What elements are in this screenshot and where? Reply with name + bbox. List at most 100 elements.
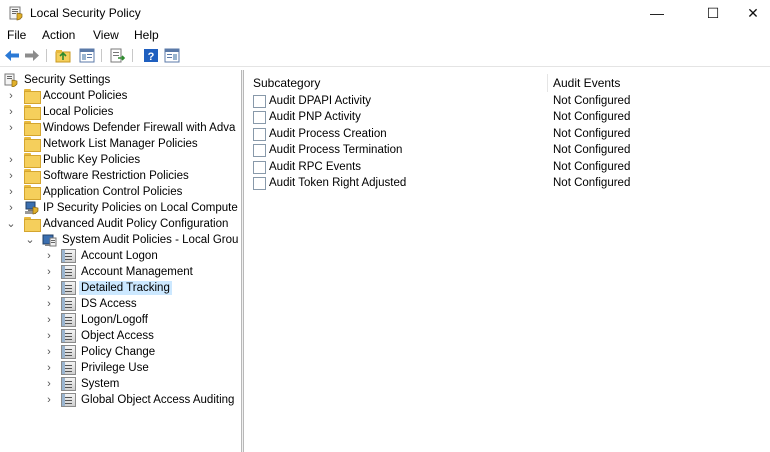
- chevron-right-icon[interactable]: ›: [44, 249, 54, 263]
- tree-item-object-access[interactable]: › Object Access: [0, 328, 242, 344]
- tree-item-windows-defender-firewall[interactable]: › Windows Defender Firewall with Adva: [0, 120, 242, 136]
- list-row[interactable]: Audit DPAPI Activity Not Configured: [245, 94, 770, 110]
- tree-item-label: Software Restriction Policies: [43, 170, 189, 182]
- tree-item-security-settings[interactable]: Security Settings: [0, 72, 242, 88]
- tree-item-label: Local Policies: [43, 106, 114, 118]
- tree-item-policy-change[interactable]: › Policy Change: [0, 344, 242, 360]
- tree-item-label: Object Access: [81, 330, 154, 342]
- policy-object-icon: [61, 265, 76, 279]
- tree-item-system[interactable]: › System: [0, 376, 242, 392]
- chevron-right-icon[interactable]: ›: [44, 361, 54, 375]
- chevron-right-icon[interactable]: ›: [44, 393, 54, 407]
- audit-events-value: Not Configured: [553, 128, 631, 140]
- list-row[interactable]: Audit Process Termination Not Configured: [245, 143, 770, 159]
- tree-item-network-list-manager[interactable]: Network List Manager Policies: [0, 136, 242, 152]
- policy-object-icon: [61, 361, 76, 375]
- tree-item-ds-access[interactable]: › DS Access: [0, 296, 242, 312]
- list-row[interactable]: Audit Process Creation Not Configured: [245, 127, 770, 143]
- audit-policies-icon: [42, 233, 57, 247]
- tree-item-label: Security Settings: [24, 74, 111, 86]
- tree-item-logon-logoff[interactable]: › Logon/Logoff: [0, 312, 242, 328]
- close-icon: ✕: [747, 4, 759, 21]
- column-header-subcategory[interactable]: Subcategory: [253, 76, 320, 90]
- policy-object-icon: [61, 249, 76, 263]
- minimize-button[interactable]: —: [634, 0, 680, 26]
- menu-file[interactable]: File: [7, 28, 26, 42]
- audit-setting-icon: [253, 161, 266, 174]
- chevron-right-icon[interactable]: ›: [44, 377, 54, 391]
- tree-item-local-policies[interactable]: › Local Policies: [0, 104, 242, 120]
- menu-action[interactable]: Action: [42, 28, 75, 42]
- folder-lock-icon: [24, 105, 41, 120]
- tree-item-label-selected: Detailed Tracking: [79, 281, 172, 295]
- tree-item-global-object-access[interactable]: › Global Object Access Auditing: [0, 392, 242, 408]
- tree-item-label: Public Key Policies: [43, 154, 141, 166]
- chevron-right-icon[interactable]: ›: [44, 281, 54, 295]
- forward-arrow-icon[interactable]: [24, 48, 40, 63]
- tree-item-public-key-policies[interactable]: › Public Key Policies: [0, 152, 242, 168]
- tree-item-account-management[interactable]: › Account Management: [0, 264, 242, 280]
- show-hide-tree-icon[interactable]: [79, 48, 95, 63]
- tree-item-label: Application Control Policies: [43, 186, 183, 198]
- help-icon[interactable]: ?: [143, 48, 159, 63]
- tree-item-label: Account Logon: [81, 250, 158, 262]
- ip-security-icon: [24, 201, 39, 215]
- tree-item-detailed-tracking[interactable]: › Detailed Tracking: [0, 280, 242, 296]
- tree-item-label: Global Object Access Auditing: [81, 394, 235, 406]
- chevron-right-icon[interactable]: ›: [44, 329, 54, 343]
- policy-object-icon: [61, 393, 76, 407]
- policy-object-icon: [61, 313, 76, 327]
- audit-events-value: Not Configured: [553, 111, 631, 123]
- export-list-icon[interactable]: [110, 48, 126, 63]
- properties-icon[interactable]: [164, 48, 180, 63]
- toolbar-separator: [101, 49, 102, 62]
- policy-object-icon: [61, 329, 76, 343]
- list-row[interactable]: Audit Token Right Adjusted Not Configure…: [245, 176, 770, 192]
- tree-item-label: Network List Manager Policies: [43, 138, 198, 150]
- chevron-right-icon[interactable]: ›: [6, 201, 16, 215]
- tree-item-label: System Audit Policies - Local Grou: [62, 234, 239, 246]
- tree-item-label: IP Security Policies on Local Compute: [43, 202, 238, 214]
- chevron-right-icon[interactable]: ›: [44, 297, 54, 311]
- chevron-right-icon[interactable]: ›: [44, 345, 54, 359]
- tree-item-account-policies[interactable]: › Account Policies: [0, 88, 242, 104]
- list-row[interactable]: Audit PNP Activity Not Configured: [245, 110, 770, 126]
- tree-item-system-audit-policies[interactable]: ⌄ System Audit Policies - Local Grou: [0, 232, 242, 248]
- security-settings-icon: [4, 73, 19, 88]
- toolbar: ?: [0, 46, 770, 66]
- column-divider[interactable]: [547, 74, 548, 92]
- tree-item-privilege-use[interactable]: › Privilege Use: [0, 360, 242, 376]
- folder-lock-icon: [24, 89, 41, 104]
- tree-item-application-control[interactable]: › Application Control Policies: [0, 184, 242, 200]
- chevron-right-icon[interactable]: ›: [6, 105, 16, 119]
- tree-item-advanced-audit-policy[interactable]: ⌄ Advanced Audit Policy Configuration: [0, 216, 242, 232]
- list-row[interactable]: Audit RPC Events Not Configured: [245, 160, 770, 176]
- chevron-right-icon[interactable]: ›: [6, 153, 16, 167]
- tree-item-label: Account Management: [81, 266, 193, 278]
- menu-view[interactable]: View: [93, 28, 119, 42]
- chevron-right-icon[interactable]: ›: [6, 89, 16, 103]
- tree-item-ip-security[interactable]: › IP Security Policies on Local Compute: [0, 200, 242, 216]
- folder-icon: [24, 217, 41, 232]
- chevron-right-icon[interactable]: ›: [6, 169, 16, 183]
- close-button[interactable]: ✕: [730, 0, 770, 26]
- menu-help[interactable]: Help: [134, 28, 159, 42]
- subcategory-name: Audit Process Creation: [269, 128, 387, 140]
- chevron-right-icon[interactable]: ›: [6, 121, 16, 135]
- pane-splitter[interactable]: [241, 70, 244, 452]
- chevron-right-icon[interactable]: ›: [6, 185, 16, 199]
- chevron-down-icon[interactable]: ⌄: [25, 233, 35, 247]
- column-header-audit-events[interactable]: Audit Events: [553, 76, 620, 90]
- chevron-right-icon[interactable]: ›: [44, 265, 54, 279]
- folder-icon: [24, 137, 41, 152]
- toolbar-divider: [0, 66, 770, 67]
- toolbar-separator: [46, 49, 47, 62]
- tree-item-software-restriction[interactable]: › Software Restriction Policies: [0, 168, 242, 184]
- up-folder-icon[interactable]: [55, 48, 71, 63]
- tree-item-account-logon[interactable]: › Account Logon: [0, 248, 242, 264]
- policy-object-icon: [61, 377, 76, 391]
- chevron-right-icon[interactable]: ›: [44, 313, 54, 327]
- tree-item-label: Advanced Audit Policy Configuration: [43, 218, 229, 230]
- chevron-down-icon[interactable]: ⌄: [6, 217, 16, 231]
- back-arrow-icon[interactable]: [4, 48, 20, 63]
